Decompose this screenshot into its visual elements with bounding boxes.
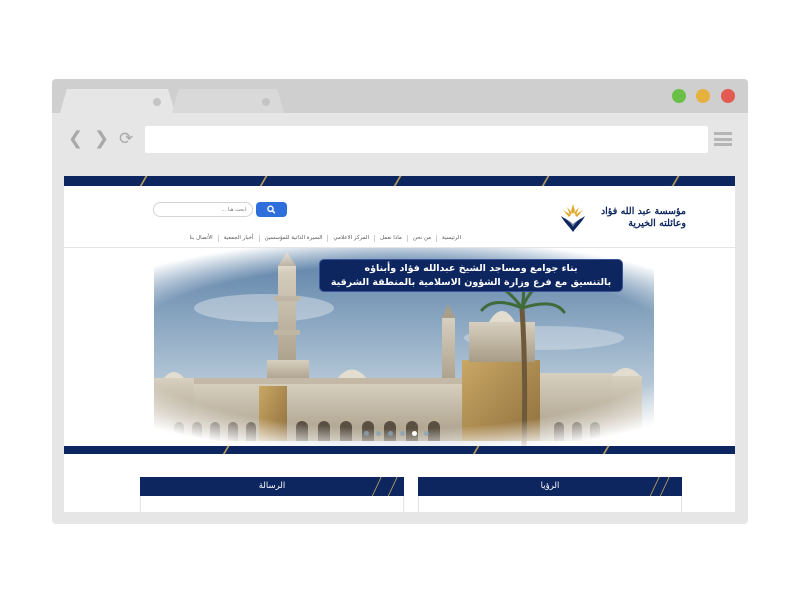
nav-item-home[interactable]: الرئيسية	[436, 234, 466, 242]
slider-dot[interactable]	[388, 431, 393, 436]
site-logo[interactable]: مؤسسة عبد الله فؤاد وعائلته الخيرية	[558, 200, 686, 238]
decor-line	[599, 446, 611, 454]
forward-arrow-icon[interactable]: ❯	[94, 130, 109, 148]
vision-card-header: الرؤيا	[418, 477, 682, 496]
slider-dot-active[interactable]	[412, 431, 417, 436]
decor-line	[219, 446, 231, 454]
slider-dot[interactable]	[424, 431, 429, 436]
nav-item-media-center[interactable]: المركز الاعلامي	[327, 234, 374, 242]
tab-strip	[52, 79, 748, 113]
reload-icon[interactable]: ⟳	[119, 130, 133, 148]
decor-line	[669, 176, 681, 186]
decor-line	[391, 176, 403, 186]
decor-line	[137, 176, 149, 186]
mission-card: الرسالة	[140, 477, 404, 512]
nav-item-what-we-do[interactable]: ماذا نعمل	[374, 234, 407, 242]
search-input[interactable]	[153, 202, 253, 217]
minimize-window-button[interactable]	[696, 89, 710, 103]
hero-caption-line2: بالتنسيق مع فرع وزارة الشؤون الاسلامية ب…	[330, 277, 612, 288]
bottom-decor-stripe	[64, 446, 735, 454]
tab-close-icon[interactable]	[153, 98, 161, 106]
top-decor-stripe	[64, 176, 735, 186]
nav-item-news[interactable]: أخبار الجمعية	[217, 234, 259, 242]
browser-window: ❮ ❯ ⟳ مؤسسة عبد الله فؤاد وعائلته الخيري…	[52, 79, 748, 524]
logo-mark-icon	[561, 204, 585, 232]
site-header: مؤسسة عبد الله فؤاد وعائلته الخيرية الرئ…	[64, 186, 735, 248]
decor-line	[257, 176, 269, 186]
browser-toolbar: ❮ ❯ ⟳	[52, 113, 748, 165]
browser-tab-active[interactable]	[60, 89, 175, 113]
address-bar[interactable]	[145, 126, 708, 153]
logo-text-line2: وعائلته الخيرية	[628, 218, 686, 229]
slider-dot[interactable]	[364, 431, 369, 436]
mission-card-header: الرسالة	[140, 477, 404, 496]
slider-pagination	[364, 431, 454, 439]
mission-title: الرسالة	[258, 481, 286, 491]
slider-dot[interactable]	[376, 431, 381, 436]
vision-card: الرؤيا	[418, 477, 682, 512]
nav-item-founders-bio[interactable]: السيرة الذاتية للمؤسسين	[258, 234, 328, 242]
hero-caption: بناء جوامع ومساجد الشيخ عبدالله فؤاد وأب…	[319, 259, 623, 292]
slider-dot[interactable]	[400, 431, 405, 436]
decor-line	[539, 176, 551, 186]
nav-item-about[interactable]: من نحن	[406, 234, 436, 242]
close-window-button[interactable]	[721, 89, 735, 103]
main-nav: الرئيسية من نحن ماذا نعمل المركز الاعلام…	[146, 233, 466, 243]
browser-tab[interactable]	[172, 89, 284, 113]
nav-item-contact[interactable]: الأتصال بنا	[184, 235, 217, 242]
tab-close-icon[interactable]	[262, 98, 270, 106]
decor-line	[469, 446, 481, 454]
hero-caption-line1: بناء جوامع ومساجد الشيخ عبدالله فؤاد وأب…	[364, 263, 578, 274]
search-icon	[267, 205, 276, 214]
search-button[interactable]	[256, 202, 287, 217]
vision-title: الرؤيا	[540, 481, 560, 491]
back-arrow-icon[interactable]: ❮	[68, 130, 83, 148]
logo-text-line1: مؤسسة عبد الله فؤاد	[600, 206, 686, 217]
logo-text: مؤسسة عبد الله فؤاد وعائلته الخيرية	[590, 206, 686, 230]
page-viewport: مؤسسة عبد الله فؤاد وعائلته الخيرية الرئ…	[64, 176, 735, 512]
maximize-window-button[interactable]	[672, 89, 686, 103]
hero-slider[interactable]: بناء جوامع ومساجد الشيخ عبدالله فؤاد وأب…	[64, 248, 735, 446]
hamburger-menu-icon[interactable]	[714, 132, 732, 146]
